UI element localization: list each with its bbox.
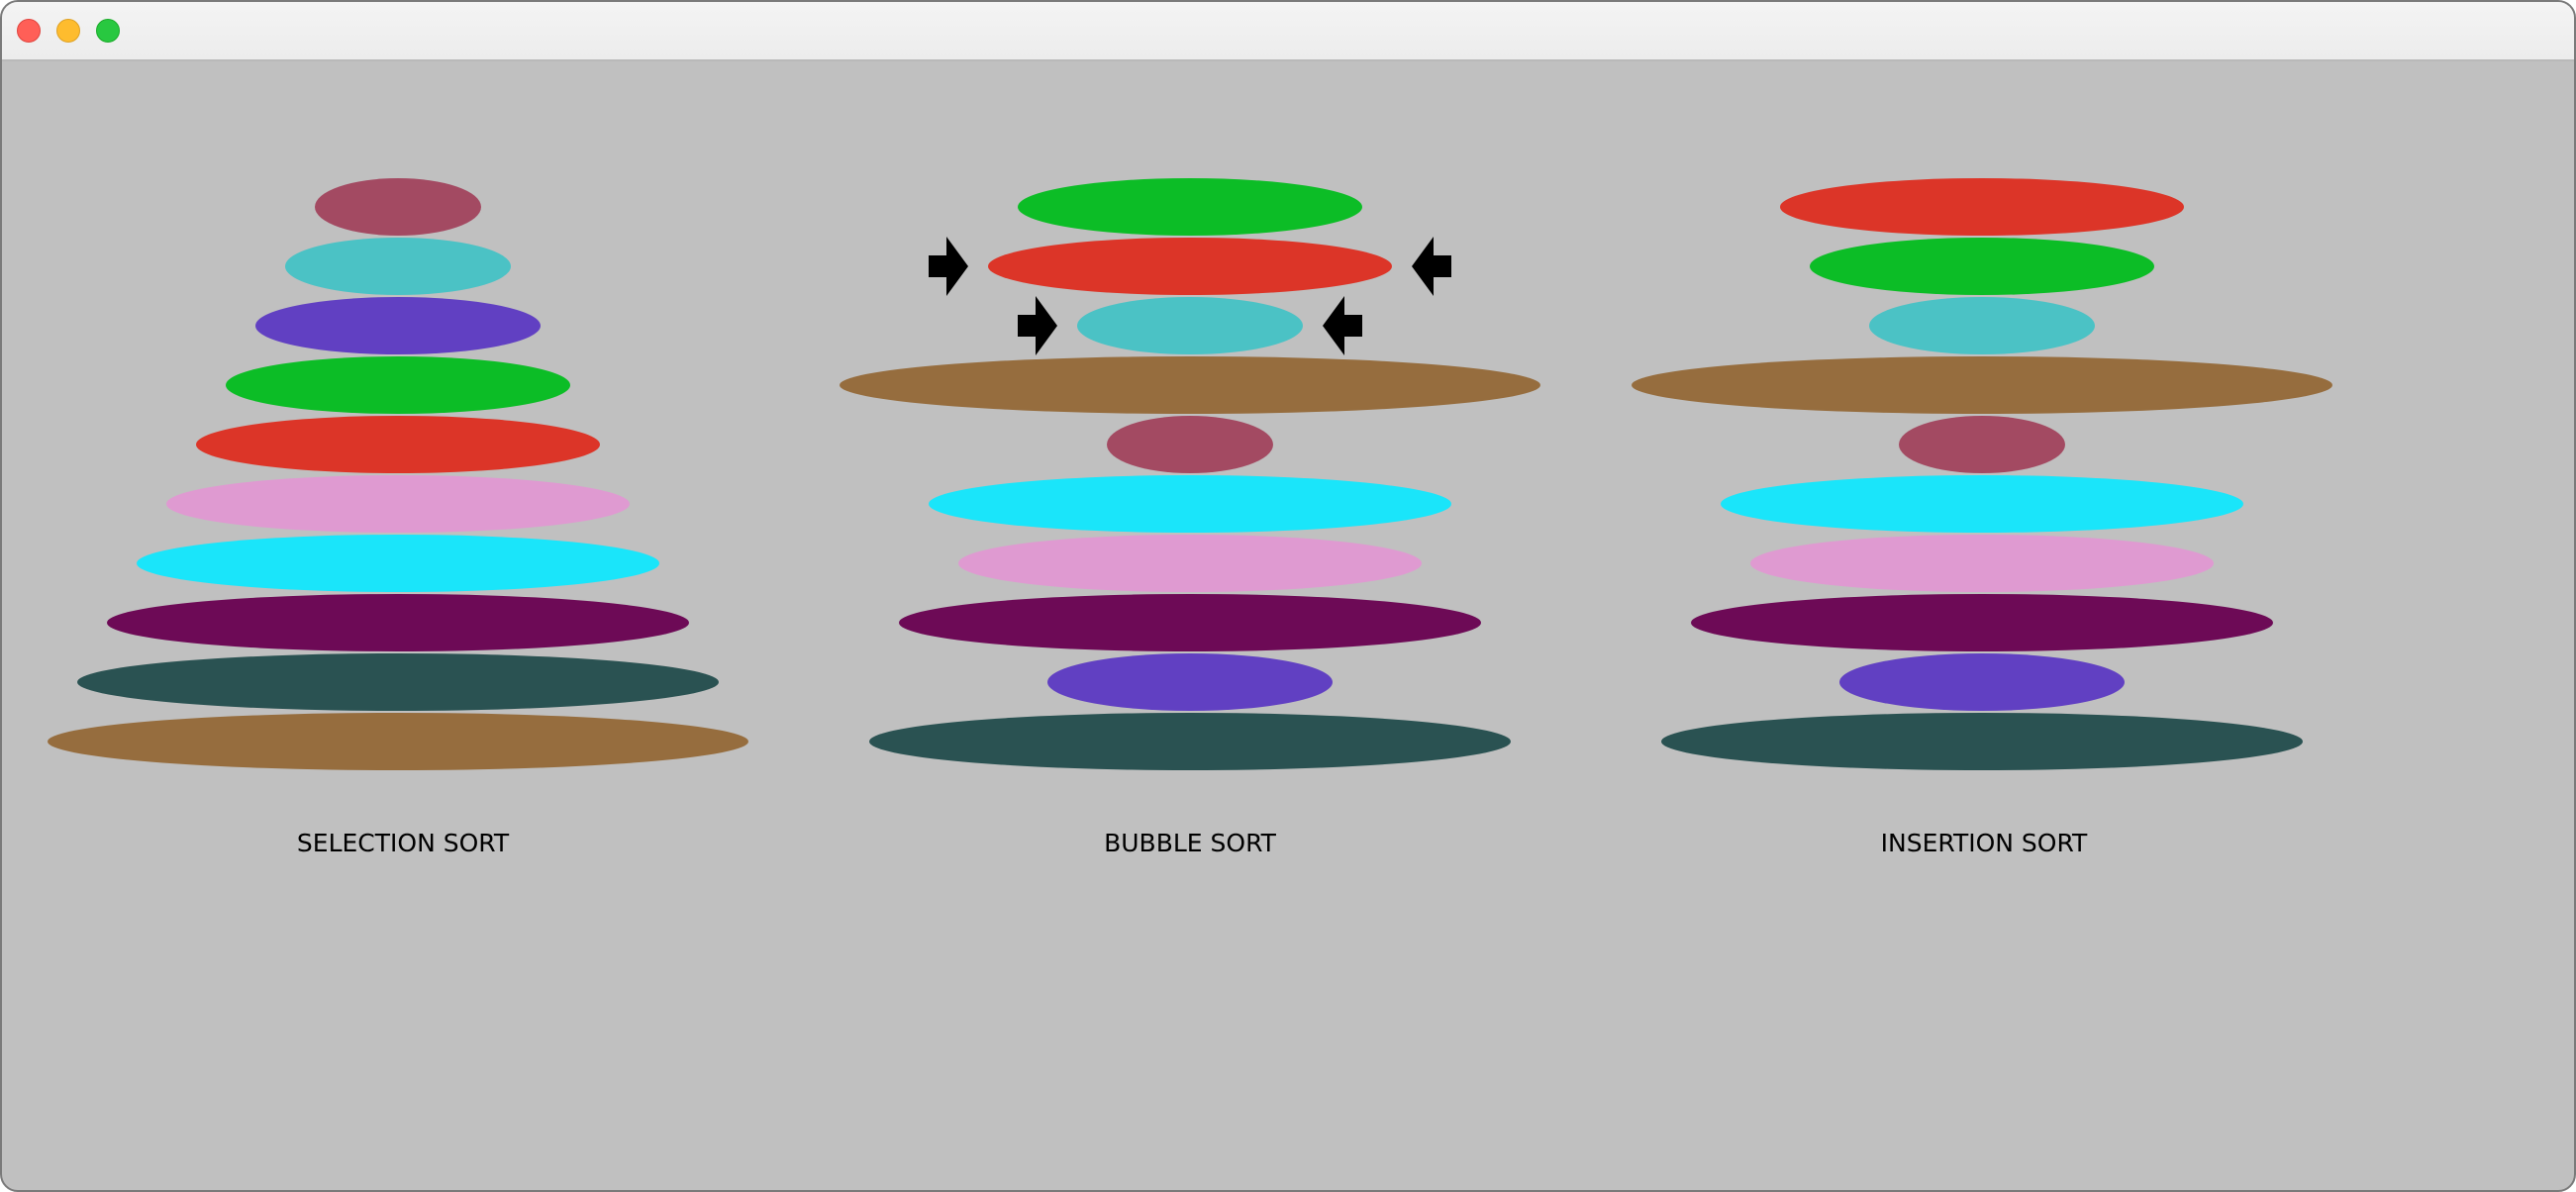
bubble-sort-disk-4	[840, 356, 1540, 414]
insertion-sort-disk-2	[1810, 238, 2154, 295]
selection-sort-stack	[48, 178, 748, 770]
bubble-sort-disk-9	[1047, 653, 1333, 711]
insertion-sort-disk-8	[1691, 594, 2273, 651]
insertion-sort-stack	[1632, 178, 2332, 770]
selection-sort-panel: SELECTION SORT	[48, 178, 748, 857]
selection-sort-disk-10	[48, 713, 748, 770]
selection-sort-disk-5	[196, 416, 600, 473]
insertion-sort-label: INSERTION SORT	[1881, 829, 2088, 857]
insertion-sort-disk-6	[1721, 475, 2243, 533]
selection-sort-disk-9	[77, 653, 719, 711]
bubble-sort-disk-8	[899, 594, 1481, 651]
bubble-sort-disk-10	[869, 713, 1511, 770]
sorting-canvas: SELECTION SORT BUBBLE SORT INSERTION SOR…	[48, 178, 2332, 857]
insertion-sort-disk-7	[1750, 535, 2214, 592]
bubble-sort-disk-6	[929, 475, 1451, 533]
bubble-sort-disk-7	[958, 535, 1422, 592]
bubble-sort-disk-2	[988, 238, 1392, 295]
insertion-sort-disk-10	[1661, 713, 2303, 770]
insertion-sort-disk-5	[1899, 416, 2065, 473]
bubble-sort-disk-1	[1018, 178, 1362, 236]
insertion-sort-disk-9	[1839, 653, 2125, 711]
bubble-sort-compare-arrow-right-icon	[929, 237, 968, 296]
selection-sort-disk-6	[166, 475, 630, 533]
selection-sort-disk-4	[226, 356, 570, 414]
bubble-sort-compare-arrow-left-icon	[1323, 296, 1362, 355]
insertion-sort-disk-4	[1632, 356, 2332, 414]
bubble-sort-stack	[840, 178, 1540, 770]
bubble-sort-disk-3	[1077, 297, 1303, 354]
selection-sort-disk-7	[137, 535, 659, 592]
selection-sort-disk-3	[255, 297, 541, 354]
app-window: SELECTION SORT BUBBLE SORT INSERTION SOR…	[0, 0, 2576, 1192]
bubble-sort-disk-5	[1107, 416, 1273, 473]
insertion-sort-disk-1	[1780, 178, 2184, 236]
selection-sort-disk-2	[285, 238, 511, 295]
bubble-sort-panel: BUBBLE SORT	[840, 178, 1540, 857]
selection-sort-disk-8	[107, 594, 689, 651]
bubble-sort-compare-arrow-right-icon	[1018, 296, 1057, 355]
insertion-sort-panel: INSERTION SORT	[1632, 178, 2332, 857]
bubble-sort-label: BUBBLE SORT	[1104, 829, 1277, 857]
selection-sort-disk-1	[315, 178, 481, 236]
insertion-sort-disk-3	[1869, 297, 2095, 354]
bubble-sort-compare-arrow-left-icon	[1412, 237, 1451, 296]
selection-sort-label: SELECTION SORT	[297, 829, 510, 857]
